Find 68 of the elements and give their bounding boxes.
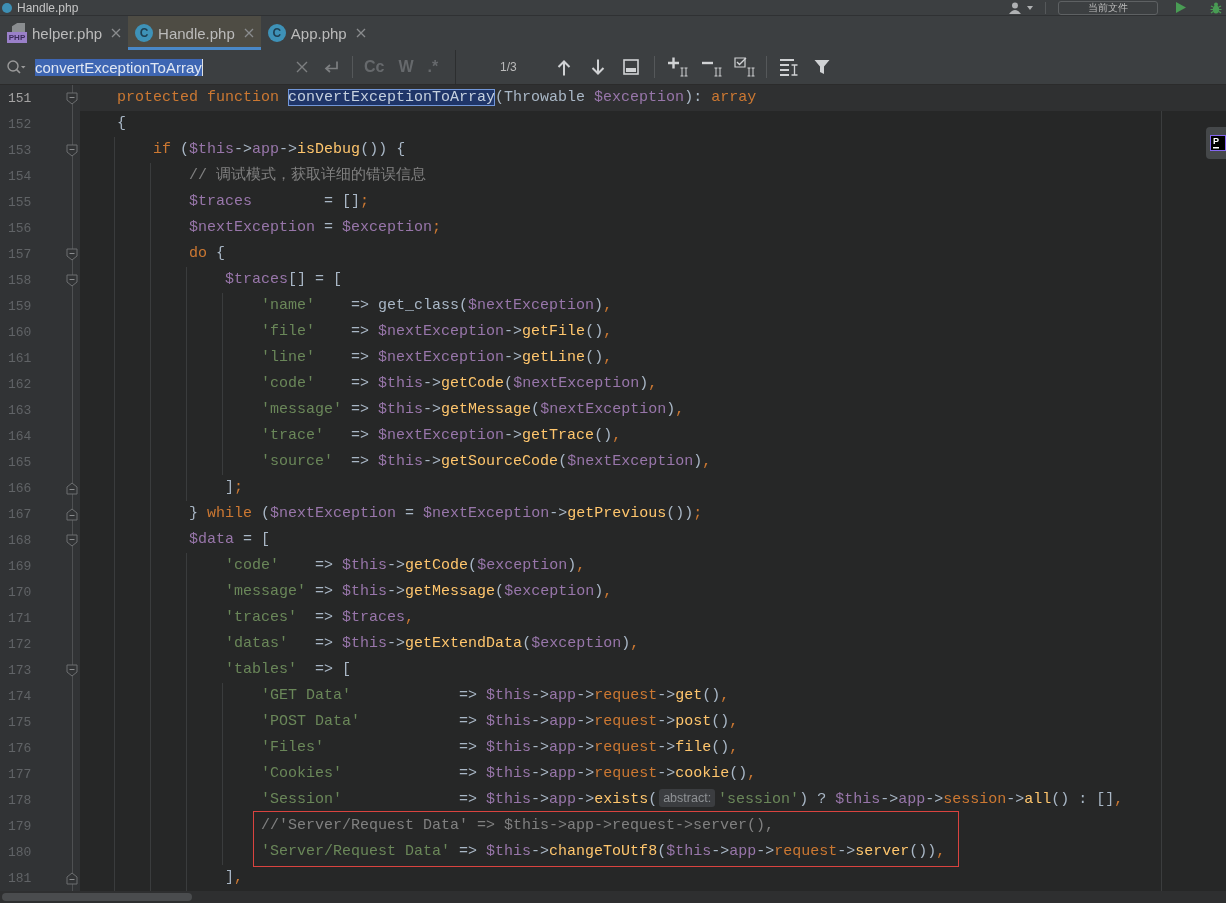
user-icon[interactable] [1008, 1, 1022, 14]
code-line: ]; [225, 479, 244, 496]
code-line: } while ($nextException = $nextException->getPrevious()); [189, 505, 703, 522]
code-line: $nextException = $exception; [189, 219, 442, 236]
fold-end-icon[interactable] [66, 481, 78, 495]
code-line: $traces = []; [189, 193, 370, 210]
line-number: 151 [7, 90, 33, 106]
code-line: 'source' => $this->getSourceCode($nextException), [261, 453, 712, 470]
ide-logo[interactable]: P [1210, 135, 1226, 151]
code-line: 'GET Data' => $this->app->request->get(), [261, 687, 730, 704]
code-line: 'Session' => $this->app->exists( abstract: 'session') ? $this->app->session->all() : [], [261, 791, 1124, 808]
fold-start-icon[interactable] [66, 663, 78, 677]
window-title: Handle.php [17, 0, 79, 15]
code-line: 'line' => $nextException->getLine(), [261, 349, 613, 366]
filter-icon[interactable] [813, 59, 830, 75]
code-line: 'Server/Request Data' => $this->changeToUtf8($this->app->request->server()), [261, 843, 946, 860]
code-line: 'trace' => $nextException->getTrace(), [261, 427, 622, 444]
fold-end-icon[interactable] [66, 871, 78, 885]
code-line: $data = [ [189, 531, 271, 548]
class-badge: C [267, 24, 286, 42]
fold-start-icon[interactable] [66, 247, 78, 261]
add-caret-icon[interactable] [666, 57, 689, 77]
clear-icon[interactable] [296, 61, 308, 73]
caret-icon[interactable] [1027, 5, 1033, 10]
code-line: 'name' => get_class($nextException), [261, 297, 613, 314]
fold-start-icon[interactable] [66, 91, 78, 105]
search-icon[interactable] [6, 59, 26, 75]
window-icon[interactable] [622, 59, 639, 75]
code-line: 'Cookies' => $this->app->request->cookie(), [261, 765, 757, 782]
close-icon[interactable] [243, 28, 254, 38]
close-icon[interactable] [355, 28, 366, 38]
up-arrow-icon[interactable] [556, 58, 571, 76]
code-line: 'file' => $nextException->getFile(), [261, 323, 613, 340]
code-line: 'code' => $this->getCode($exception), [225, 557, 586, 574]
match-count: 1/3 [500, 60, 517, 74]
editor-tab[interactable]: C Handle.php [128, 16, 261, 50]
fold-start-icon[interactable] [66, 273, 78, 287]
code-line: 'traces' => $traces, [225, 609, 415, 626]
code-line: 'message' => $this->getMessage($nextException), [261, 401, 685, 418]
code-line: //'Server/Request Data' => $this->app->request->server(), [261, 817, 775, 834]
run-icon[interactable] [1176, 2, 1186, 13]
code-line: 'code' => $this->getCode($nextException), [261, 375, 658, 392]
code-line: { [117, 115, 126, 132]
editor-tab[interactable]: PHP helper.php [0, 16, 129, 50]
code-line: 'datas' => $this->getExtendData($exception), [225, 635, 640, 652]
fold-start-icon[interactable] [66, 533, 78, 547]
code-line: 'tables' => [ [225, 661, 352, 678]
bug-icon[interactable] [1210, 1, 1222, 14]
code-line: 'Files' => $this->app->request->file(), [261, 739, 739, 756]
down-arrow-icon[interactable] [590, 58, 605, 76]
code-line: // 调试模式，获取详细的错误信息 [189, 167, 427, 184]
file-icon [2, 2, 12, 13]
class-badge: C [135, 24, 154, 42]
new-line-icon[interactable] [323, 60, 340, 74]
code-line: do { [189, 245, 226, 262]
scrollbar-thumb[interactable] [2, 893, 192, 901]
close-icon[interactable] [111, 28, 122, 38]
checkbox-caret-icon[interactable] [733, 57, 756, 77]
editor-tab[interactable]: C App.php [260, 16, 373, 50]
scope-button[interactable]: 当前文件 [1058, 0, 1158, 15]
code-line: 'POST Data' => $this->app->request->post(), [261, 713, 739, 730]
code-line: $traces[] = [ [225, 271, 343, 288]
code-line: ], [225, 869, 244, 886]
fold-start-icon[interactable] [66, 143, 78, 157]
text-lines-icon[interactable] [778, 58, 799, 76]
code-line: 'message' => $this->getMessage($exception), [225, 583, 613, 600]
code-line: if ($this->app->isDebug()) { [153, 141, 406, 158]
fold-end-icon[interactable] [66, 507, 78, 521]
